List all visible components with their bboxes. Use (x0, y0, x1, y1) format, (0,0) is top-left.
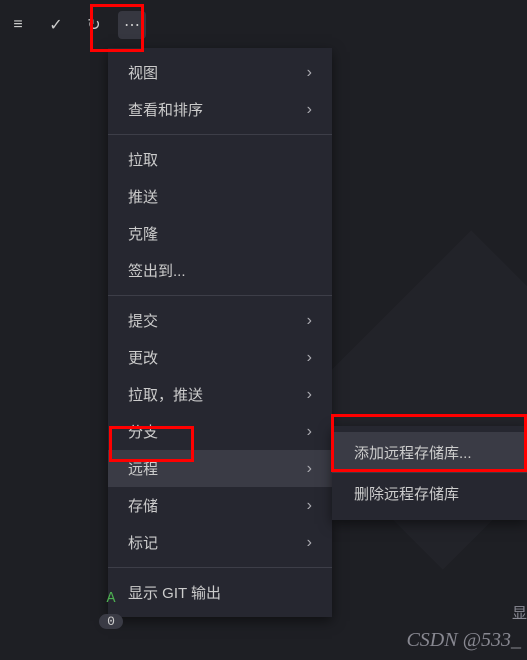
cut-text: 显 (512, 602, 527, 623)
menu-label: 标记 (128, 532, 158, 553)
commit-check-icon[interactable]: ✓ (42, 11, 70, 39)
view-tree-icon[interactable]: ≡ (4, 11, 32, 39)
menu-separator (108, 295, 332, 296)
menu-item-view[interactable]: 视图 › (108, 54, 332, 91)
more-actions-icon[interactable]: ⋯ (118, 11, 146, 39)
menu-label: 推送 (128, 186, 158, 207)
menu-label: 更改 (128, 347, 158, 368)
menu-label: 视图 (128, 62, 158, 83)
menu-label: 分支 (128, 421, 158, 442)
menu-item-remote[interactable]: 远程 › (108, 450, 332, 487)
submenu-item-remove-remote[interactable]: 删除远程存储库 (332, 473, 527, 514)
menu-separator (108, 567, 332, 568)
chevron-right-icon: › (307, 312, 312, 330)
chevron-right-icon: › (307, 534, 312, 552)
menu-label: 显示 GIT 输出 (128, 582, 221, 603)
menu-item-branch[interactable]: 分支 › (108, 413, 332, 450)
menu-item-push[interactable]: 推送 (108, 178, 332, 215)
chevron-right-icon: › (307, 386, 312, 404)
menu-item-sort[interactable]: 查看和排序 › (108, 91, 332, 128)
context-menu: 视图 › 查看和排序 › 拉取 推送 克隆 签出到... 提交 › 更改 › 拉… (108, 48, 332, 617)
changes-count-badge: 0 (99, 614, 123, 629)
added-marker: A (96, 588, 126, 610)
menu-item-pull[interactable]: 拉取 (108, 141, 332, 178)
submenu-item-add-remote[interactable]: 添加远程存储库... (332, 432, 527, 473)
watermark: CSDN @533_ (406, 629, 521, 652)
menu-item-checkout[interactable]: 签出到... (108, 252, 332, 289)
scm-toolbar: ≡ ✓ ↻ ⋯ (0, 0, 527, 50)
chevron-right-icon: › (307, 349, 312, 367)
chevron-right-icon: › (307, 101, 312, 119)
menu-label: 提交 (128, 310, 158, 331)
menu-item-stash[interactable]: 存储 › (108, 487, 332, 524)
menu-label: 远程 (128, 458, 158, 479)
submenu-label: 添加远程存储库... (354, 442, 472, 463)
chevron-right-icon: › (307, 460, 312, 478)
menu-item-changes[interactable]: 更改 › (108, 339, 332, 376)
menu-item-pull-push[interactable]: 拉取，推送 › (108, 376, 332, 413)
menu-label: 查看和排序 (128, 99, 203, 120)
chevron-right-icon: › (307, 423, 312, 441)
submenu-label: 删除远程存储库 (354, 483, 459, 504)
menu-label: 签出到... (128, 260, 186, 281)
scm-gutter: A 0 (96, 588, 126, 630)
menu-label: 拉取 (128, 149, 158, 170)
chevron-right-icon: › (307, 497, 312, 515)
menu-separator (108, 134, 332, 135)
menu-item-clone[interactable]: 克隆 (108, 215, 332, 252)
menu-item-tags[interactable]: 标记 › (108, 524, 332, 561)
chevron-right-icon: › (307, 64, 312, 82)
submenu-remote: 添加远程存储库... 删除远程存储库 (332, 426, 527, 520)
menu-label: 存储 (128, 495, 158, 516)
menu-item-commit[interactable]: 提交 › (108, 302, 332, 339)
refresh-icon[interactable]: ↻ (80, 11, 108, 39)
menu-item-git-output[interactable]: 显示 GIT 输出 (108, 574, 332, 611)
menu-label: 拉取，推送 (128, 384, 203, 405)
menu-label: 克隆 (128, 223, 158, 244)
